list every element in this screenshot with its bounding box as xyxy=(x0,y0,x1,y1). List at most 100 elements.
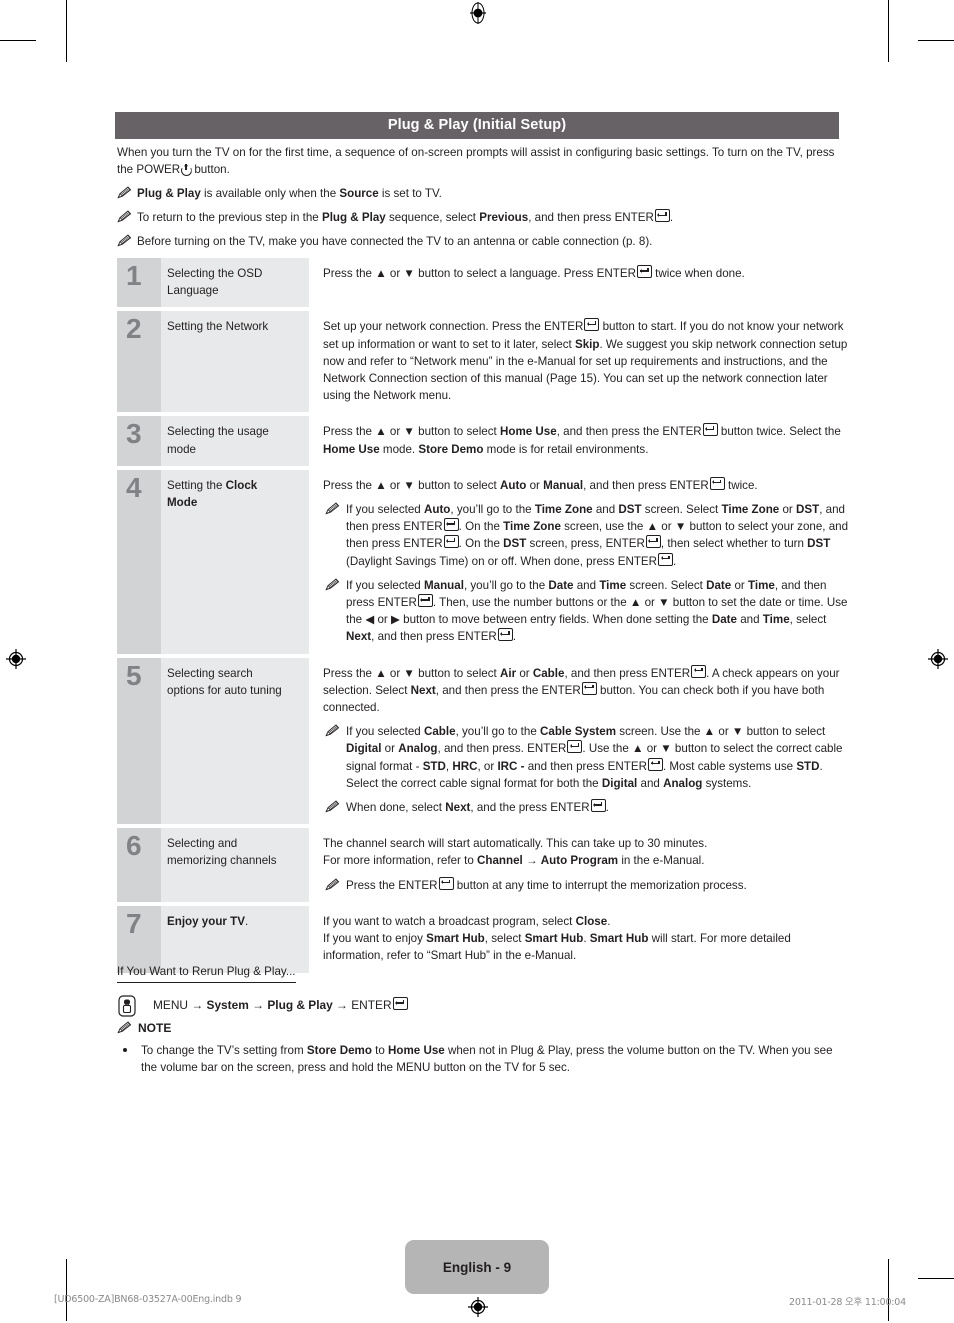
power-icon xyxy=(180,163,192,177)
enter-key-icon xyxy=(636,265,652,278)
step-description: Press the ▲ or ▼ button to select Home U… xyxy=(323,423,841,456)
enter-key-icon xyxy=(584,318,600,332)
enter-key-icon xyxy=(438,876,454,890)
step-description-cell: The channel search will start automatica… xyxy=(309,828,853,902)
step-subnote: If you selected Manual, you’ll go to the… xyxy=(323,577,853,646)
step-description-cell: Press the ▲ or ▼ button to select Home U… xyxy=(309,416,853,466)
table-row: 5 Selecting search options for auto tunin… xyxy=(117,657,853,825)
pencil-note-icon xyxy=(325,724,340,737)
page-number-badge: English - 9 xyxy=(405,1240,549,1294)
step-title-cell: Selecting the usage mode xyxy=(161,416,309,466)
step-description: Press the ▲ or ▼ button to select Air or… xyxy=(323,658,853,825)
table-row: 3 Selecting the usage mode Press the ▲ or… xyxy=(117,416,853,466)
enter-key-icon xyxy=(392,997,408,1010)
enter-key-icon xyxy=(691,664,707,678)
step-number: 4 xyxy=(126,471,142,503)
table-row: 1 Selecting the OSD Language Press the ▲ … xyxy=(117,258,853,308)
enter-key-icon xyxy=(647,757,663,771)
enter-key-icon xyxy=(709,476,725,490)
crop-mark-bottom-right-horizontal xyxy=(918,1278,954,1279)
pencil-note-icon xyxy=(117,210,132,223)
registration-mark-right xyxy=(927,648,949,670)
note-section: NOTE To change the TV’s setting from Sto… xyxy=(117,1020,839,1076)
step-title: Setting the Clock Mode xyxy=(167,478,258,510)
step-title: Enjoy your TV. xyxy=(167,914,249,928)
step-number: 1 xyxy=(126,260,142,291)
pencil-note-icon xyxy=(117,1021,132,1034)
plug-and-play-steps-table: 1 Selecting the OSD Language Press the ▲ … xyxy=(117,258,853,973)
step-title-cell: Setting the Network xyxy=(161,311,309,413)
step-title: Selecting the usage mode xyxy=(167,425,269,456)
manual-page: Plug & Play (Initial Setup) When you tur… xyxy=(115,0,853,1321)
step-number-cell: 5 xyxy=(117,657,161,825)
step-subnote: When done, select Next, and the press EN… xyxy=(323,799,853,816)
pencil-note-icon xyxy=(325,502,340,515)
step-description: Press the ▲ or ▼ button to select Auto o… xyxy=(323,470,853,654)
crop-mark-top-right-horizontal xyxy=(918,40,954,41)
crop-mark-top-left-vertical xyxy=(66,0,67,62)
intro-note-2: To return to the previous step in the Pl… xyxy=(117,209,839,226)
step-subnote: If you selected Auto, you’ll go to the T… xyxy=(323,501,853,570)
step-description-cell: Press the ▲ or ▼ button to select Air or… xyxy=(309,657,853,825)
enter-key-icon xyxy=(645,535,661,549)
crop-mark-bottom-left-vertical xyxy=(66,1259,67,1321)
enter-key-icon xyxy=(654,209,670,223)
rerun-menu-path: MENU → System → Plug & Play → ENTER xyxy=(117,995,839,1017)
step-title: Selecting the OSD Language xyxy=(167,267,263,298)
table-row: 6 Selecting and memorizing channels The c… xyxy=(117,828,853,902)
step-description: Press the ▲ or ▼ button to select a lang… xyxy=(323,265,745,280)
step-number: 6 xyxy=(126,830,142,862)
enter-key-icon xyxy=(702,423,718,437)
crop-mark-top-left-horizontal xyxy=(0,40,36,41)
step-number-cell: 2 xyxy=(117,311,161,413)
enter-key-icon xyxy=(443,518,459,532)
table-row: 2 Setting the Network Set up your networ… xyxy=(117,311,853,413)
intro-note-3: Before turning on the TV, make you have … xyxy=(117,233,839,250)
rerun-section: If You Want to Rerun Plug & Play... MENU… xyxy=(117,962,839,1017)
step-description: Set up your network connection. Press th… xyxy=(323,318,848,403)
step-title: Selecting search options for auto tuning xyxy=(167,666,282,697)
note-list-item: To change the TV’s setting from Store De… xyxy=(117,1042,839,1076)
rerun-heading: If You Want to Rerun Plug & Play... xyxy=(117,963,296,983)
step-description-cell: Press the ▲ or ▼ button to select Auto o… xyxy=(309,469,853,654)
step-subnote: Press the ENTER button at any time to in… xyxy=(323,876,853,894)
pencil-note-icon xyxy=(325,878,340,891)
enter-key-icon xyxy=(497,628,513,642)
step-subnote: If you selected Cable, you’ll go to the … xyxy=(323,723,853,792)
remote-control-icon xyxy=(118,995,136,1022)
registration-mark-left xyxy=(5,648,27,670)
intro-note-1: Plug & Play is available only when the S… xyxy=(117,185,839,202)
crop-mark-top-right-vertical xyxy=(888,0,889,62)
step-title: Setting the Network xyxy=(167,320,269,334)
pencil-note-icon xyxy=(117,234,132,247)
step-number-cell: 1 xyxy=(117,258,161,308)
step-number: 3 xyxy=(126,418,142,450)
table-row: 4 Setting the Clock Mode Press the ▲ or ▼… xyxy=(117,469,853,654)
enter-key-icon xyxy=(567,740,583,754)
footer-file-info: [UD6500-ZA]BN68-03527A-00Eng.indb 9 xyxy=(54,1294,242,1305)
step-description-cell: Set up your network connection. Press th… xyxy=(309,311,853,413)
step-description: The channel search will start automatica… xyxy=(323,828,853,902)
step-title-cell: Selecting the OSD Language xyxy=(161,258,309,308)
step-number: 5 xyxy=(126,659,142,691)
step-number-cell: 3 xyxy=(117,416,161,466)
pencil-note-icon xyxy=(325,578,340,591)
enter-key-icon xyxy=(658,552,674,566)
enter-key-icon xyxy=(417,594,433,608)
pencil-note-icon xyxy=(325,800,340,813)
intro-section: When you turn the TV on for the first ti… xyxy=(117,144,839,250)
step-number: 2 xyxy=(126,313,142,345)
intro-paragraph: When you turn the TV on for the first ti… xyxy=(117,146,835,177)
bullet-icon xyxy=(123,1048,127,1052)
pencil-note-icon xyxy=(117,186,132,199)
note-heading: NOTE xyxy=(117,1020,839,1037)
crop-mark-bottom-right-vertical xyxy=(888,1259,889,1321)
step-title-cell: Setting the Clock Mode xyxy=(161,469,309,654)
step-title: Selecting and memorizing channels xyxy=(167,837,277,868)
enter-key-icon xyxy=(443,535,459,549)
page-title: Plug & Play (Initial Setup) xyxy=(115,112,839,139)
step-number-cell: 6 xyxy=(117,828,161,902)
step-description-cell: Press the ▲ or ▼ button to select a lang… xyxy=(309,258,853,308)
step-number: 7 xyxy=(126,907,142,939)
step-number-cell: 4 xyxy=(117,469,161,654)
